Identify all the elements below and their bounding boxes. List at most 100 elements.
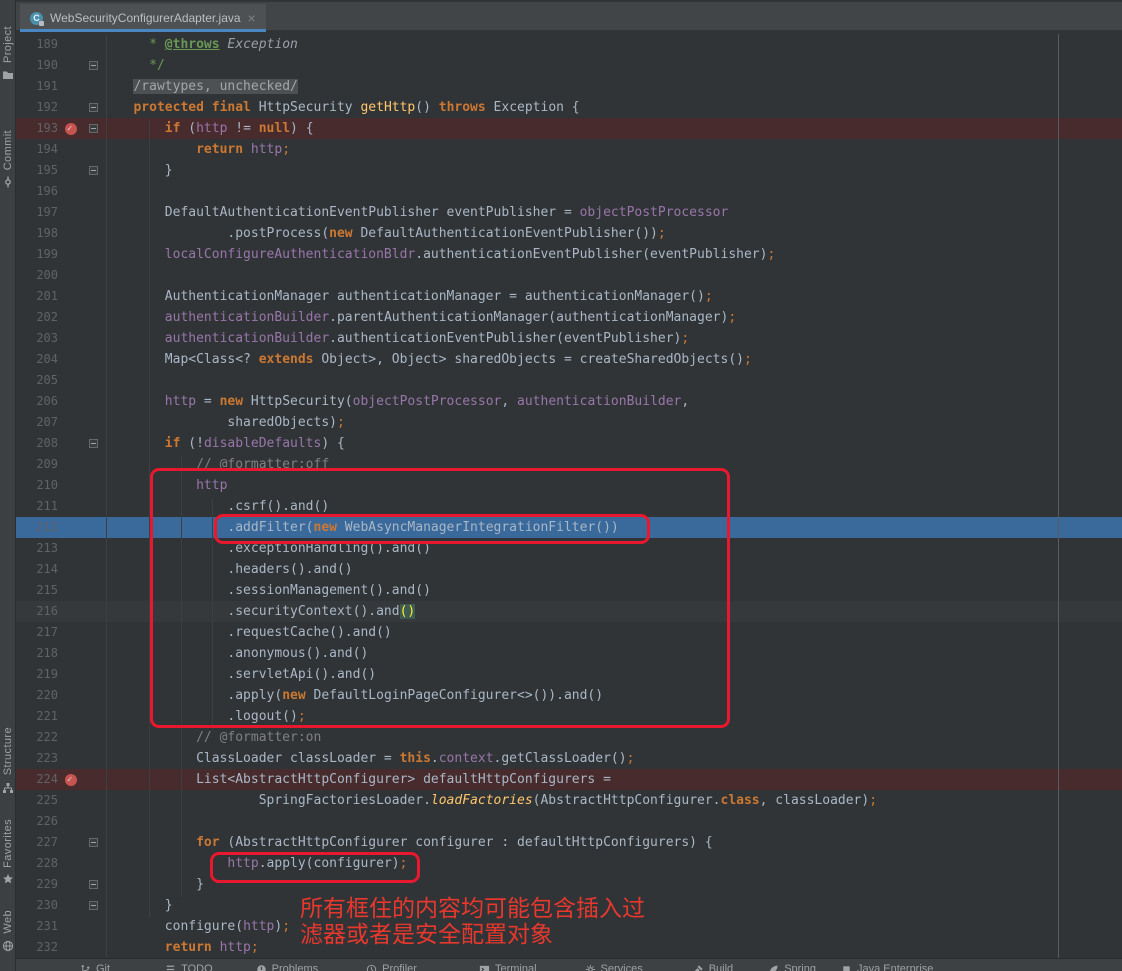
breakpoint-gutter[interactable] xyxy=(58,202,84,223)
stripe-item-structure[interactable]: Structure xyxy=(2,727,14,792)
line-number[interactable]: 202 xyxy=(16,307,58,328)
editor-tab[interactable]: C WebSecurityConfigurerAdapter.java × xyxy=(20,4,266,32)
line-number[interactable]: 195 xyxy=(16,160,58,181)
breakpoint-gutter[interactable] xyxy=(58,832,84,853)
status-item-git[interactable]: Git xyxy=(80,962,110,971)
fold-marker-icon[interactable] xyxy=(89,61,98,70)
breakpoint-gutter[interactable] xyxy=(58,139,84,160)
fold-marker-icon[interactable] xyxy=(89,124,98,133)
line-number[interactable]: 199 xyxy=(16,244,58,265)
line-number[interactable]: 201 xyxy=(16,286,58,307)
breakpoint-gutter[interactable] xyxy=(58,55,84,76)
line-number[interactable]: 220 xyxy=(16,685,58,706)
line-number[interactable]: 205 xyxy=(16,370,58,391)
breakpoint-gutter[interactable] xyxy=(58,601,84,622)
breakpoint-icon[interactable] xyxy=(65,774,77,786)
line-number[interactable]: 224 xyxy=(16,769,58,790)
line-number[interactable]: 219 xyxy=(16,664,58,685)
line-number[interactable]: 209 xyxy=(16,454,58,475)
line-number[interactable]: 200 xyxy=(16,265,58,286)
line-number[interactable]: 221 xyxy=(16,706,58,727)
line-number[interactable]: 207 xyxy=(16,412,58,433)
line-number[interactable]: 194 xyxy=(16,139,58,160)
line-number[interactable]: 204 xyxy=(16,349,58,370)
breakpoint-gutter[interactable] xyxy=(58,937,84,958)
breakpoint-gutter[interactable] xyxy=(58,874,84,895)
line-number[interactable]: 196 xyxy=(16,181,58,202)
breakpoint-gutter[interactable] xyxy=(58,622,84,643)
breakpoint-gutter[interactable] xyxy=(58,244,84,265)
line-number[interactable]: 228 xyxy=(16,853,58,874)
breakpoint-gutter[interactable] xyxy=(58,475,84,496)
breakpoint-gutter[interactable] xyxy=(58,727,84,748)
stripe-item-project[interactable]: Project xyxy=(2,26,14,80)
breakpoint-gutter[interactable] xyxy=(58,706,84,727)
fold-marker-icon[interactable] xyxy=(89,103,98,112)
breakpoint-gutter[interactable] xyxy=(58,181,84,202)
line-number[interactable]: 203 xyxy=(16,328,58,349)
breakpoint-gutter[interactable] xyxy=(58,223,84,244)
line-number[interactable]: 190 xyxy=(16,55,58,76)
line-number[interactable]: 216 xyxy=(16,601,58,622)
line-number[interactable]: 212 xyxy=(16,517,58,538)
breakpoint-gutter[interactable] xyxy=(58,769,84,790)
breakpoint-gutter[interactable] xyxy=(58,97,84,118)
breakpoint-gutter[interactable] xyxy=(58,286,84,307)
line-number[interactable]: 206 xyxy=(16,391,58,412)
breakpoint-gutter[interactable] xyxy=(58,664,84,685)
line-number[interactable]: 214 xyxy=(16,559,58,580)
breakpoint-gutter[interactable] xyxy=(58,160,84,181)
line-number[interactable]: 230 xyxy=(16,895,58,916)
line-number[interactable]: 211 xyxy=(16,496,58,517)
status-item-todo[interactable]: TODO xyxy=(165,962,213,971)
breakpoint-gutter[interactable] xyxy=(58,496,84,517)
status-item-terminal[interactable]: Terminal xyxy=(479,962,537,971)
line-number[interactable]: 231 xyxy=(16,916,58,937)
breakpoint-gutter[interactable] xyxy=(58,307,84,328)
breakpoint-gutter[interactable] xyxy=(58,853,84,874)
fold-marker-icon[interactable] xyxy=(89,901,98,910)
breakpoint-gutter[interactable] xyxy=(58,916,84,937)
line-number[interactable]: 213 xyxy=(16,538,58,559)
line-number[interactable]: 198 xyxy=(16,223,58,244)
line-number[interactable]: 218 xyxy=(16,643,58,664)
close-icon[interactable]: × xyxy=(248,11,256,25)
breakpoint-gutter[interactable] xyxy=(58,412,84,433)
status-item-profiler[interactable]: Profiler xyxy=(366,962,417,971)
line-number[interactable]: 226 xyxy=(16,811,58,832)
status-item-spring[interactable]: Spring xyxy=(768,962,816,971)
breakpoint-gutter[interactable] xyxy=(58,265,84,286)
status-item-problems[interactable]: Problems xyxy=(256,962,318,971)
breakpoint-gutter[interactable] xyxy=(58,748,84,769)
stripe-item-commit[interactable]: Commit xyxy=(2,130,14,187)
breakpoint-gutter[interactable] xyxy=(58,685,84,706)
fold-marker-icon[interactable] xyxy=(89,838,98,847)
breakpoint-gutter[interactable] xyxy=(58,433,84,454)
line-number[interactable]: 193 xyxy=(16,118,58,139)
line-number[interactable]: 192 xyxy=(16,97,58,118)
status-item-build[interactable]: Build xyxy=(693,962,733,971)
breakpoint-gutter[interactable] xyxy=(58,559,84,580)
line-number[interactable]: 222 xyxy=(16,727,58,748)
line-number[interactable]: 232 xyxy=(16,937,58,958)
breakpoint-gutter[interactable] xyxy=(58,517,84,538)
line-number[interactable]: 189 xyxy=(16,34,58,55)
line-number[interactable]: 225 xyxy=(16,790,58,811)
breakpoint-gutter[interactable] xyxy=(58,454,84,475)
breakpoint-gutter[interactable] xyxy=(58,538,84,559)
stripe-item-web[interactable]: Web xyxy=(2,910,14,951)
breakpoint-gutter[interactable] xyxy=(58,118,84,139)
line-number[interactable]: 223 xyxy=(16,748,58,769)
line-number[interactable]: 197 xyxy=(16,202,58,223)
breakpoint-gutter[interactable] xyxy=(58,76,84,97)
line-number[interactable]: 229 xyxy=(16,874,58,895)
status-item-services[interactable]: Services xyxy=(585,962,643,971)
fold-marker-icon[interactable] xyxy=(89,439,98,448)
breakpoint-icon[interactable] xyxy=(65,123,77,135)
line-number[interactable]: 210 xyxy=(16,475,58,496)
stripe-item-favorites[interactable]: Favorites xyxy=(2,819,14,885)
line-number[interactable]: 217 xyxy=(16,622,58,643)
line-number[interactable]: 227 xyxy=(16,832,58,853)
breakpoint-gutter[interactable] xyxy=(58,328,84,349)
fold-marker-icon[interactable] xyxy=(89,880,98,889)
